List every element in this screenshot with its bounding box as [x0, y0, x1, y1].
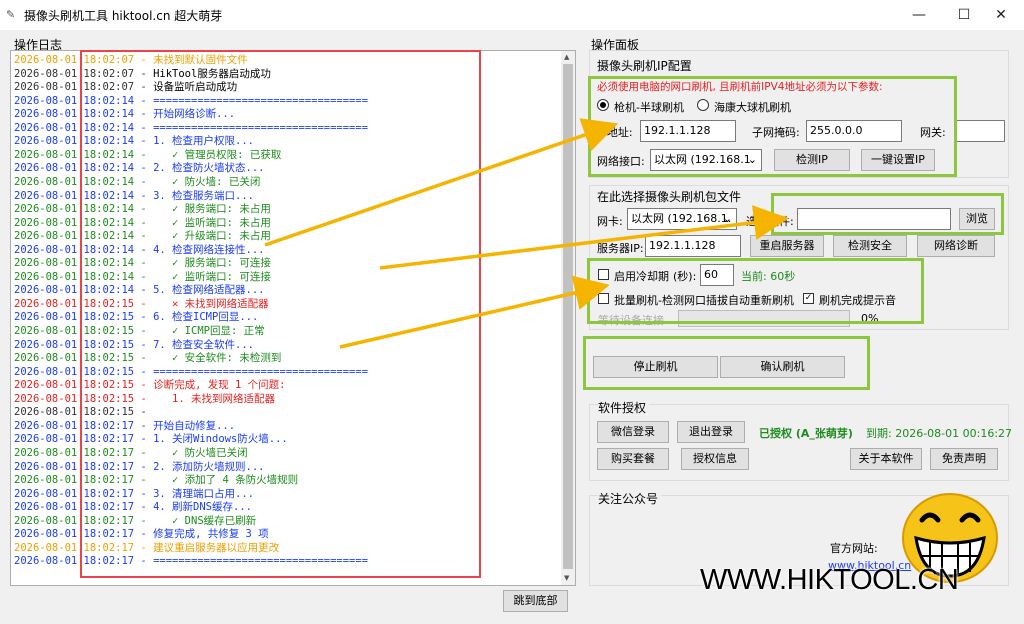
- ip-config-label: 摄像头刷机IP配置: [597, 59, 692, 73]
- logout-button[interactable]: 退出登录: [677, 421, 745, 443]
- gateway-input[interactable]: [955, 120, 1005, 142]
- license-label: 软件授权: [598, 399, 650, 416]
- check-security-button[interactable]: 检测安全: [833, 235, 907, 257]
- auth-info-button[interactable]: 授权信息: [681, 448, 749, 470]
- scroll-down-icon[interactable]: ▼: [564, 574, 569, 582]
- firmware-label: 在此选择摄像头刷机包文件: [597, 190, 742, 204]
- ip-config-highlight-box: [588, 76, 957, 177]
- close-button[interactable]: ✕: [978, 0, 1024, 30]
- app-icon: ✎: [6, 8, 16, 21]
- server-ip-label: 服务器IP:: [597, 242, 644, 255]
- disclaimer-button[interactable]: 免责声明: [930, 448, 998, 470]
- actions-highlight-box: [583, 336, 870, 390]
- window-title: 摄像头刷机工具 hiktool.cn 超大萌芽: [24, 9, 223, 23]
- wechat-login-button[interactable]: 微信登录: [597, 421, 669, 443]
- browse-highlight-box: [771, 193, 1004, 235]
- minimize-button[interactable]: —: [896, 0, 942, 30]
- license-expiry: 到期: 2026-08-01 00:16:27: [866, 427, 1013, 440]
- follow-label: 关注公众号: [598, 490, 662, 507]
- nic-select[interactable]: 以太网 (192.168.1. ⌄: [627, 208, 737, 230]
- restart-server-button[interactable]: 重启服务器: [750, 235, 824, 257]
- options-highlight-box: [587, 258, 924, 324]
- website-label: 官方网站:: [830, 542, 878, 555]
- jump-to-bottom-button[interactable]: 跳到底部: [503, 590, 568, 612]
- chevron-down-icon: ⌄: [722, 212, 732, 225]
- log-highlight-box: [80, 50, 481, 578]
- network-diagnosis-button[interactable]: 网络诊断: [917, 235, 995, 257]
- buy-package-button[interactable]: 购买套餐: [597, 448, 669, 470]
- scroll-up-icon[interactable]: ▲: [564, 53, 569, 61]
- log-scrollbar-thumb[interactable]: [563, 64, 573, 569]
- nic-value: 以太网 (192.168.1.: [631, 212, 732, 225]
- license-status: 已授权 (A_张萌芽): [759, 427, 853, 440]
- server-ip-input[interactable]: 192.1.1.128: [645, 235, 741, 257]
- watermark-text: WWW.HIKTOOL.CN: [700, 564, 959, 596]
- nic-label: 网卡:: [597, 215, 623, 228]
- title-bar: ✎ 摄像头刷机工具 hiktool.cn 超大萌芽 — ☐ ✕: [0, 0, 1024, 30]
- about-button[interactable]: 关于本软件: [850, 448, 922, 470]
